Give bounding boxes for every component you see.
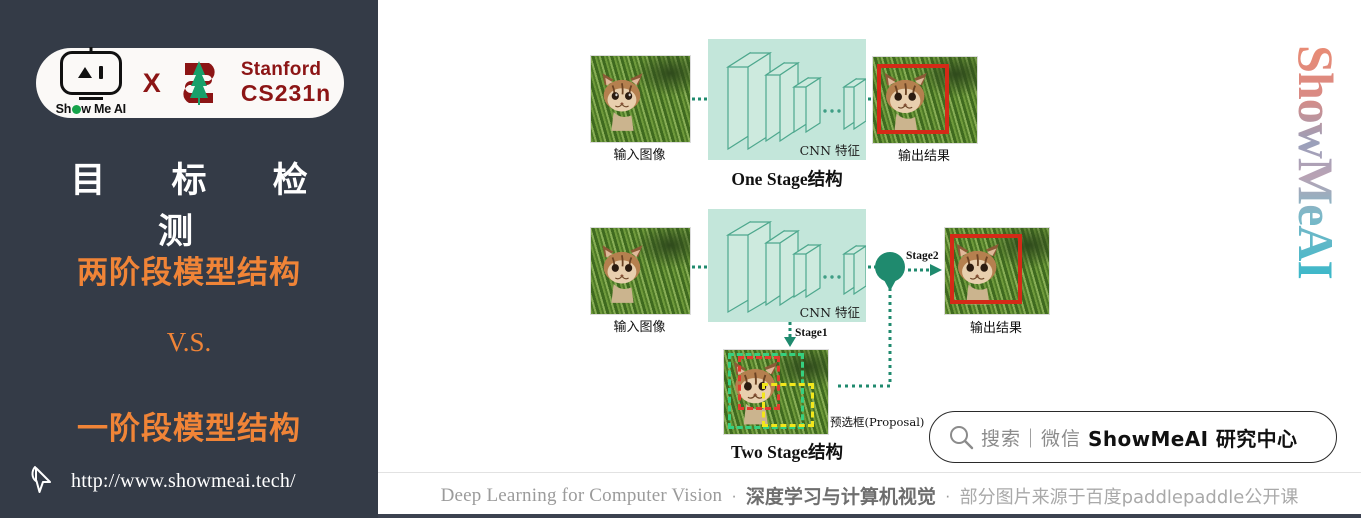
proposal-image bbox=[723, 349, 829, 435]
footer-credit: 部分图片来源于百度paddlepaddle公开课 bbox=[959, 486, 1299, 508]
one-stage-output-image bbox=[872, 56, 978, 144]
partner-line-2: CS231n bbox=[240, 79, 332, 106]
bottom-accent-bar bbox=[378, 514, 1361, 518]
site-url: http://www.showmeai.tech/ bbox=[71, 469, 296, 492]
one-stage-output-caption: 输出结果 bbox=[897, 149, 950, 164]
two-stage-output-image bbox=[944, 227, 1050, 315]
subtitle-versus: V.S. bbox=[166, 327, 212, 357]
stanford-tree-icon bbox=[171, 55, 227, 111]
footer-separator-2: · bbox=[944, 485, 951, 505]
one-stage-cnn-block: CNN 特征 bbox=[708, 39, 866, 160]
two-stage-detection-box bbox=[950, 234, 1022, 304]
stage2-label: Stage2 bbox=[906, 250, 939, 262]
partner-line-1: Stanford bbox=[240, 59, 322, 81]
footer-course-title: Deep Learning for Computer Vision bbox=[440, 484, 723, 506]
showmeai-vertical-wordmark: ShowMeAI bbox=[1279, 22, 1353, 302]
subtitle-two-stage: 两阶段模型结构 bbox=[77, 255, 301, 291]
slide-canvas: ShowMeAI 输入图像 CNN 特征 输出结果 One Stage结构 输入… bbox=[378, 0, 1361, 518]
two-stage-input-image bbox=[590, 227, 691, 315]
one-stage-input-caption: 输入图像 bbox=[613, 148, 666, 163]
cursor-pointer-icon bbox=[31, 466, 51, 493]
search-placeholder: 搜索｜微信 bbox=[981, 427, 1082, 450]
wechat-search-bar[interactable]: 搜索｜微信 ShowMeAI 研究中心 bbox=[929, 411, 1337, 463]
two-stage-feedback-path bbox=[838, 288, 892, 388]
sidebar: Sh w Me AI X Stanford CS231n 目 标 检 测 两阶段模… bbox=[0, 0, 378, 518]
proposal-caption: 预选框(Proposal) bbox=[830, 415, 925, 429]
two-stage-merge-node bbox=[875, 252, 905, 282]
two-stage-output-caption: 输出结果 bbox=[969, 321, 1022, 336]
search-account-name: ShowMeAI 研究中心 bbox=[1088, 426, 1298, 451]
two-stage-input-caption: 输入图像 bbox=[613, 320, 666, 335]
two-stage-title: Two Stage结构 bbox=[731, 442, 843, 462]
one-stage-title: One Stage结构 bbox=[731, 169, 843, 189]
one-stage-input-image bbox=[590, 55, 691, 143]
slide-footer: Deep Learning for Computer Vision · 深度学习… bbox=[378, 472, 1361, 518]
showmeai-robot-icon: Sh w Me AI bbox=[49, 50, 133, 116]
one-stage-cnn-caption: CNN 特征 bbox=[799, 143, 860, 158]
vertical-logo-text: ShowMeAI bbox=[1288, 45, 1344, 279]
page-title: 目 标 检 测 bbox=[70, 161, 335, 252]
site-url-row[interactable]: http://www.showmeai.tech/ bbox=[30, 464, 296, 498]
badge-cross-label: X bbox=[142, 67, 161, 98]
showmeai-logo-text: Sh w Me AI bbox=[55, 101, 126, 116]
footer-separator-1: · bbox=[731, 485, 737, 505]
slide-page: Sh w Me AI X Stanford CS231n 目 标 检 测 两阶段模… bbox=[0, 0, 1361, 518]
subtitle-one-stage: 一阶段模型结构 bbox=[77, 411, 301, 447]
course-badge: Sh w Me AI X Stanford CS231n bbox=[36, 48, 344, 118]
one-stage-detection-box bbox=[877, 64, 949, 134]
two-stage-arrow-out bbox=[908, 264, 942, 276]
stage1-label: Stage1 bbox=[795, 327, 828, 339]
proposal-box-yellow bbox=[762, 383, 814, 427]
footer-course-title-cn: 深度学习与计算机视觉 bbox=[745, 486, 936, 508]
search-icon bbox=[950, 426, 974, 450]
partner-name: Stanford CS231n bbox=[241, 59, 331, 106]
